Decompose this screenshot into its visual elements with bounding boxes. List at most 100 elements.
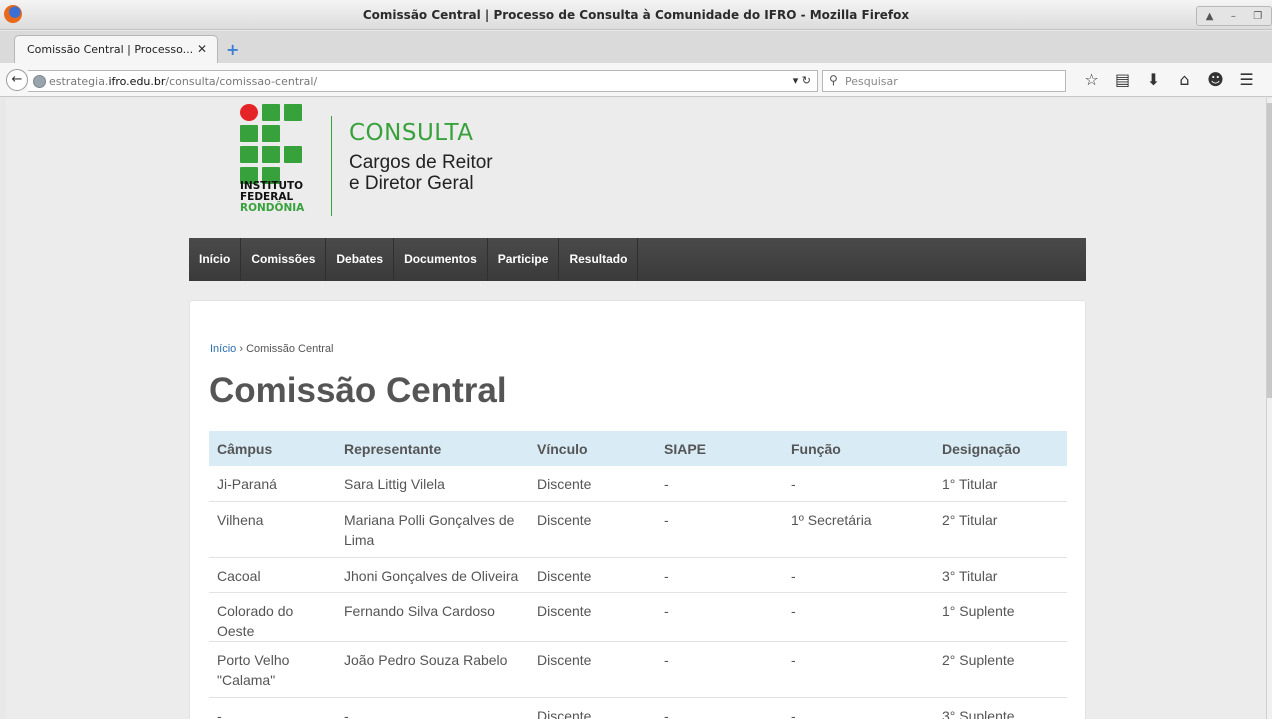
table-row: Colorado do Oeste Fernando Silva Cardoso… [209, 592, 1067, 642]
page-viewport: INSTITUTO FEDERAL RONDÔNIA CONSULTA Carg… [6, 98, 1266, 719]
toolbar-icons: ☆ ▤ ⬇ ⌂ ☻ ☰ [1076, 70, 1262, 89]
table-cell: Discente [529, 697, 656, 719]
table-cell: Mariana Polli Gonçalves de Lima [336, 501, 529, 558]
breadcrumb-home-link[interactable]: Início [210, 343, 236, 355]
site-identity-icon[interactable] [33, 75, 46, 88]
commission-table: Câmpus Representante Vínculo SIAPE Funçã… [209, 431, 1067, 719]
download-icon[interactable]: ⬇ [1138, 70, 1169, 89]
table-cell: - [656, 641, 783, 698]
logo-red-dot [240, 104, 258, 121]
menu-icon[interactable]: ☰ [1231, 70, 1262, 89]
table-cell: Discente [529, 557, 656, 593]
table-cell: Cacoal [209, 557, 336, 593]
table-row: Porto Velho "Calama" João Pedro Souza Ra… [209, 641, 1067, 698]
table-cell: Porto Velho "Calama" [209, 641, 336, 698]
table-cell: - [656, 592, 783, 642]
table-cell: Ji-Paraná [209, 466, 336, 502]
table-cell: - [783, 592, 934, 642]
table-cell: - [783, 641, 934, 698]
table-cell: - [656, 557, 783, 593]
main-navigation: Início Comissões Debates Documentos Part… [189, 238, 1086, 281]
table-cell: Discente [529, 592, 656, 642]
table-row: Vilhena Mariana Polli Gonçalves de Lima … [209, 501, 1067, 558]
close-tab-icon[interactable]: ✕ [197, 42, 207, 56]
table-cell: 2° Suplente [934, 641, 1067, 698]
column-header: SIAPE [656, 431, 783, 466]
logo-divider [331, 116, 332, 216]
url-text[interactable]: estrategia.ifro.edu.br/consulta/comissao… [49, 75, 317, 88]
logo-square [262, 125, 280, 142]
nav-item-resultado[interactable]: Resultado [559, 238, 639, 281]
new-tab-icon[interactable]: + [226, 40, 239, 59]
nav-item-comissoes[interactable]: Comissões [241, 238, 327, 281]
column-header: Designação [934, 431, 1067, 466]
search-placeholder: Pesquisar [845, 75, 898, 88]
tab-strip: Comissão Central | Processo... ✕ + [0, 31, 1272, 63]
dropdown-icon[interactable]: ▾ [793, 74, 799, 87]
table-header-row: Câmpus Representante Vínculo SIAPE Funçã… [209, 431, 1067, 466]
window-maximize-icon[interactable]: ❐ [1253, 11, 1262, 22]
table-cell: - [336, 697, 529, 719]
table-cell: Sara Littig Vilela [336, 466, 529, 502]
table-cell: Vilhena [209, 501, 336, 558]
window-minimize-icon[interactable]: – [1231, 11, 1236, 22]
table-cell: João Pedro Souza Rabelo [336, 641, 529, 698]
table-cell: 1º Secretária [783, 501, 934, 558]
breadcrumb-current: Comissão Central [246, 343, 334, 355]
table-cell: Discente [529, 501, 656, 558]
table-row: - - Discente - - 3° Suplente [209, 697, 1067, 719]
logo-square [240, 146, 258, 163]
column-header: Função [783, 431, 934, 466]
window-title: Comissão Central | Processo de Consulta … [362, 8, 910, 22]
table-cell: - [783, 697, 934, 719]
search-field[interactable]: ⚲ Pesquisar [822, 70, 1066, 92]
pocket-icon[interactable]: ☻ [1200, 70, 1231, 89]
page-title: Comissão Central [209, 371, 507, 410]
table-cell: Discente [529, 466, 656, 502]
nav-item-documentos[interactable]: Documentos [394, 238, 488, 281]
tab-comissao-central[interactable]: Comissão Central | Processo... ✕ [14, 35, 218, 63]
brand-title: CONSULTA [349, 120, 474, 146]
table-cell: 1° Titular [934, 466, 1067, 502]
nav-item-participe[interactable]: Participe [488, 238, 560, 281]
back-icon[interactable]: ← [6, 69, 28, 91]
reload-icon[interactable]: ↻ [802, 74, 811, 87]
reading-list-icon[interactable]: ▤ [1107, 70, 1138, 89]
table-cell: 1° Suplente [934, 592, 1067, 642]
logo-square [240, 125, 258, 142]
table-cell: - [656, 466, 783, 502]
bookmark-star-icon[interactable]: ☆ [1076, 70, 1107, 89]
nav-item-inicio[interactable]: Início [189, 238, 242, 281]
table-cell: - [783, 466, 934, 502]
window-up-icon[interactable]: ▲ [1206, 11, 1214, 22]
window-titlebar: Comissão Central | Processo de Consulta … [0, 0, 1272, 30]
table-cell: - [783, 557, 934, 593]
nav-item-debates[interactable]: Debates [326, 238, 395, 281]
table-cell: - [209, 697, 336, 719]
window-controls[interactable]: ▲ – ❐ [1196, 6, 1272, 26]
logo-square [284, 146, 302, 163]
table-row: Cacoal Jhoni Gonçalves de Oliveira Disce… [209, 557, 1067, 593]
brand-subtitle: Cargos de Reitor e Diretor Geral [349, 152, 493, 194]
navigation-toolbar: estrategia.ifro.edu.br/consulta/comissao… [0, 63, 1272, 97]
column-header: Vínculo [529, 431, 656, 466]
url-bar[interactable]: estrategia.ifro.edu.br/consulta/comissao… [28, 70, 818, 92]
scrollbar-thumb[interactable] [1267, 103, 1272, 398]
column-header: Câmpus [209, 431, 336, 466]
table-cell: Fernando Silva Cardoso [336, 592, 529, 642]
home-icon[interactable]: ⌂ [1169, 70, 1200, 89]
column-header: Representante [336, 431, 529, 466]
table-cell: Colorado do Oeste [209, 592, 336, 642]
table-cell: Discente [529, 641, 656, 698]
logo-square [284, 104, 302, 121]
search-icon: ⚲ [829, 73, 838, 87]
content-card: Início › Comissão Central Comissão Centr… [189, 300, 1086, 719]
logo-square [262, 104, 280, 121]
logo-wordmark: INSTITUTO FEDERAL RONDÔNIA [240, 180, 305, 214]
ifro-logo[interactable]: INSTITUTO FEDERAL RONDÔNIA [240, 104, 320, 229]
url-actions: ▾ ↻ [793, 74, 811, 87]
logo-square [262, 146, 280, 163]
breadcrumb: Início › Comissão Central [210, 343, 334, 355]
table-cell: - [656, 501, 783, 558]
table-cell: 2° Titular [934, 501, 1067, 558]
